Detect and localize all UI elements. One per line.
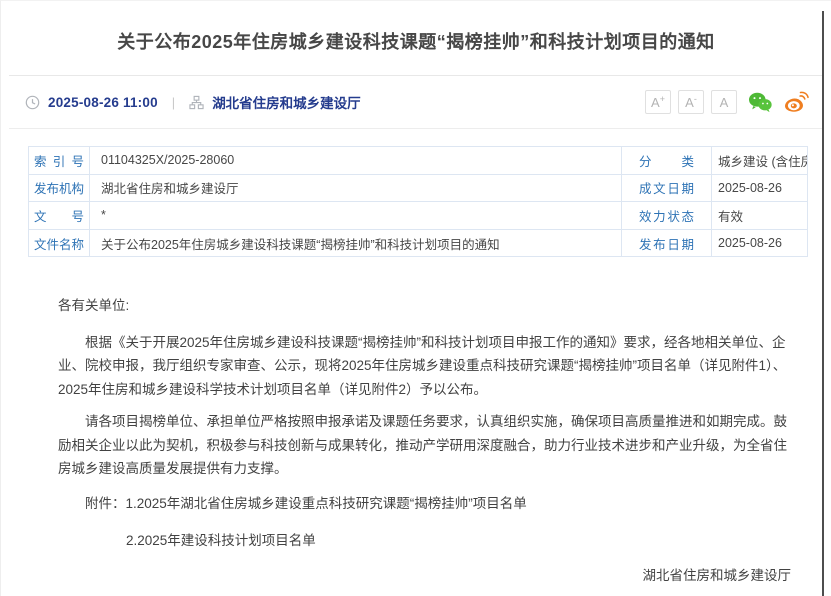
meta-value-category: 城乡建设 (含住房)	[711, 147, 807, 174]
meta-value-written-date: 2025-08-26	[711, 175, 807, 202]
font-size-decrease-button[interactable]: A-	[678, 90, 704, 114]
weibo-share-icon[interactable]	[783, 90, 809, 114]
meta-label-doc-name: 文件名称	[29, 230, 89, 257]
window-edge-line	[822, 11, 824, 596]
sitemap-icon	[189, 95, 204, 110]
metadata-table: 索引号 01104325X/2025-28060 分类 城乡建设 (含住房) 发…	[28, 146, 808, 257]
title-section: 关于公布2025年住房城乡建设科技课题“揭榜挂帅”和科技计划项目的通知	[9, 1, 823, 76]
signature-agency: 湖北省住房和城乡建设厅	[58, 564, 792, 588]
meta-label-index-no: 索引号	[29, 147, 89, 174]
separator: |	[172, 95, 175, 110]
salutation: 各有关单位:	[58, 294, 792, 318]
table-row: 文件名称 关于公布2025年住房城乡建设科技课题“揭榜挂帅”和科技计划项目的通知…	[29, 230, 807, 258]
page-title: 关于公布2025年住房城乡建设科技课题“揭榜挂帅”和科技计划项目的通知	[117, 28, 715, 54]
clock-icon	[25, 95, 40, 110]
meta-label-category: 分类	[621, 147, 711, 174]
meta-bar: 2025-08-26 11:00 | 湖北省住房和城乡建设厅 A+ A- A	[9, 76, 823, 129]
font-size-reset-button[interactable]: A	[711, 90, 737, 114]
table-row: 索引号 01104325X/2025-28060 分类 城乡建设 (含住房)	[29, 147, 807, 175]
meta-label-doc-no: 文号	[29, 202, 89, 229]
font-size-increase-button[interactable]: A+	[645, 90, 671, 114]
body-paragraph-2: 请各项目揭榜单位、承担单位严格按照申报承诺及课题任务要求，认真组织实施，确保项目…	[58, 410, 792, 481]
meta-left: 2025-08-26 11:00 | 湖北省住房和城乡建设厅	[25, 92, 361, 112]
document-body: 各有关单位: 根据《关于开展2025年住房城乡建设科技课题“揭榜挂帅”和科技计划…	[58, 294, 792, 596]
wechat-share-icon[interactable]	[747, 90, 773, 114]
document-page: 关于公布2025年住房城乡建设科技课题“揭榜挂帅”和科技计划项目的通知 2025…	[0, 0, 831, 596]
meta-value-validity: 有效	[711, 202, 807, 229]
body-paragraph-1: 根据《关于开展2025年住房城乡建设科技课题“揭榜挂帅”和科技计划项目申报工作的…	[58, 331, 792, 402]
table-row: 文号 * 效力状态 有效	[29, 202, 807, 230]
meta-value-doc-name: 关于公布2025年住房城乡建设科技课题“揭榜挂帅”和科技计划项目的通知	[89, 230, 621, 257]
source-agency-link[interactable]: 湖北省住房和城乡建设厅	[212, 92, 361, 112]
meta-label-issuer: 发布机构	[29, 175, 89, 202]
meta-value-issuer: 湖北省住房和城乡建设厅	[89, 175, 621, 202]
meta-controls: A+ A- A	[645, 90, 809, 114]
meta-label-publish-date: 发布日期	[621, 230, 711, 257]
meta-value-publish-date: 2025-08-26	[711, 230, 807, 257]
attachment-line-1: 附件：1.2025年湖北省住房城乡建设重点科技研究课题“揭榜挂帅”项目名单	[58, 492, 792, 516]
publish-datetime: 2025-08-26 11:00	[48, 95, 158, 110]
meta-value-index-no: 01104325X/2025-28060	[89, 147, 621, 174]
table-row: 发布机构 湖北省住房和城乡建设厅 成文日期 2025-08-26	[29, 175, 807, 203]
meta-value-doc-no: *	[89, 202, 621, 229]
attachment-line-2: 2.2025年建设科技计划项目名单	[58, 529, 792, 553]
meta-label-written-date: 成文日期	[621, 175, 711, 202]
meta-label-validity: 效力状态	[621, 202, 711, 229]
